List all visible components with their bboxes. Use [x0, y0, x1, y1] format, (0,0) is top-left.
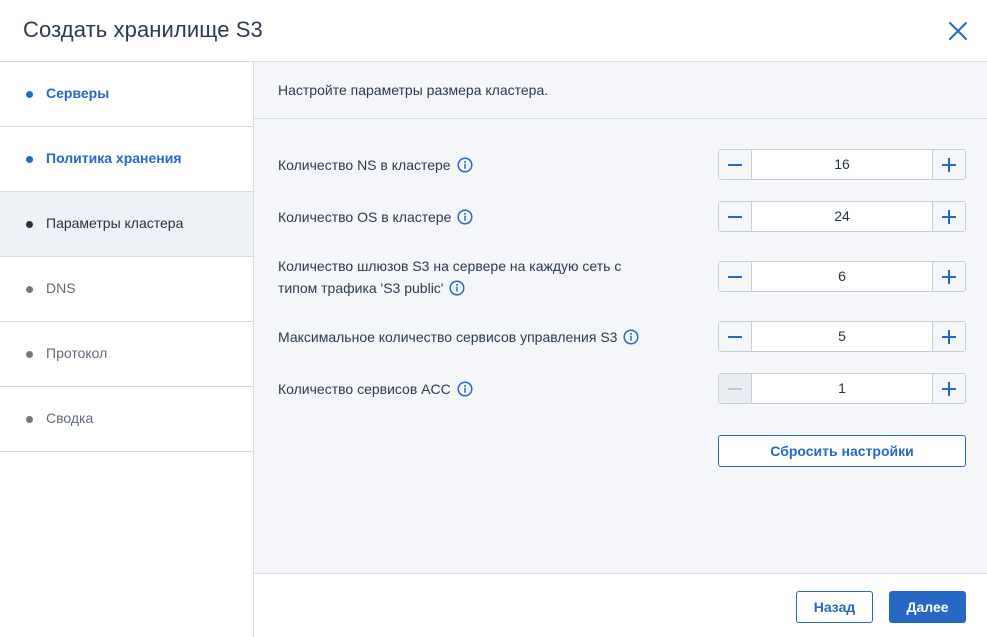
ns-count-stepper: 16	[718, 149, 966, 180]
step-label: Параметры кластера	[46, 215, 184, 231]
info-icon[interactable]	[457, 209, 473, 225]
increment-button[interactable]	[932, 150, 965, 179]
info-icon[interactable]	[457, 157, 473, 173]
decrement-button[interactable]	[719, 202, 752, 231]
dialog-title: Создать хранилище S3	[23, 17, 263, 42]
s3-management-services-stepper: 5	[718, 321, 966, 352]
wizard-steps-sidebar: Серверы Политика хранения Параметры клас…	[0, 62, 254, 637]
close-icon	[949, 22, 967, 40]
info-icon[interactable]	[449, 280, 466, 296]
minus-icon	[728, 387, 742, 390]
field-label-text: Количество NS в кластере	[278, 157, 451, 173]
reset-settings-button[interactable]: Сбросить настройки	[718, 435, 966, 467]
step-servers[interactable]: Серверы	[0, 62, 253, 127]
step-label: Сводка	[46, 410, 94, 426]
step-dns[interactable]: DNS	[0, 257, 253, 322]
s3-management-services-label: Максимальное количество сервисов управле…	[278, 326, 640, 348]
divider	[254, 118, 987, 119]
increment-button[interactable]	[932, 262, 965, 291]
minus-icon	[728, 163, 742, 166]
acc-services-stepper: 1	[718, 373, 966, 404]
plus-icon	[942, 381, 956, 396]
step-protocol[interactable]: Протокол	[0, 322, 253, 387]
field-label-text: Количество OS в кластере	[278, 209, 452, 225]
increment-button[interactable]	[932, 322, 965, 351]
decrement-button[interactable]	[719, 262, 752, 291]
close-button[interactable]	[944, 17, 972, 45]
s3-management-services-value[interactable]: 5	[752, 322, 932, 351]
minus-icon	[728, 215, 742, 218]
decrement-button-disabled	[719, 374, 752, 403]
increment-button[interactable]	[932, 202, 965, 231]
field-label-text: Количество сервисов ACC	[278, 381, 451, 397]
dialog-header: Создать хранилище S3	[0, 0, 987, 62]
os-count-value[interactable]: 24	[752, 202, 932, 231]
plus-icon	[942, 157, 956, 172]
step-label: DNS	[46, 280, 76, 296]
minus-icon	[728, 335, 742, 338]
os-count-label: Количество OS в кластере	[278, 206, 473, 228]
ns-count-value[interactable]: 16	[752, 150, 932, 179]
back-button[interactable]: Назад	[796, 591, 873, 623]
next-button[interactable]: Далее	[889, 591, 966, 623]
step-label: Политика хранения	[46, 150, 182, 166]
info-icon[interactable]	[457, 381, 473, 397]
step-dot	[26, 286, 33, 293]
decrement-button[interactable]	[719, 150, 752, 179]
step-dot	[26, 221, 33, 228]
s3-gateways-value[interactable]: 6	[752, 262, 932, 291]
ns-count-label: Количество NS в кластере	[278, 154, 473, 176]
step-dot	[26, 91, 33, 98]
increment-button[interactable]	[932, 374, 965, 403]
decrement-button[interactable]	[719, 322, 752, 351]
plus-icon	[942, 209, 956, 224]
step-dot	[26, 416, 33, 423]
field-label-text: Максимальное количество сервисов управле…	[278, 329, 618, 345]
os-count-stepper: 24	[718, 201, 966, 232]
step-summary[interactable]: Сводка	[0, 387, 253, 452]
field-label-text: типом трафика 'S3 public'	[278, 280, 444, 296]
step-dot	[26, 351, 33, 358]
acc-services-label: Количество сервисов ACC	[278, 378, 473, 400]
step-cluster-parameters[interactable]: Параметры кластера	[0, 192, 253, 257]
plus-icon	[942, 269, 956, 284]
acc-services-value[interactable]: 1	[752, 374, 932, 403]
step-dot	[26, 156, 33, 163]
info-icon[interactable]	[623, 329, 640, 345]
step-label: Протокол	[46, 345, 108, 361]
s3-gateways-label: Количество шлюзов S3 на сервере на кажду…	[278, 255, 621, 299]
cluster-parameters-panel: Настройте параметры размера кластера. Ко…	[254, 62, 987, 574]
minus-icon	[728, 275, 742, 278]
step-label: Серверы	[46, 85, 110, 101]
step-storage-policy[interactable]: Политика хранения	[0, 127, 253, 192]
plus-icon	[942, 329, 956, 344]
panel-description: Настройте параметры размера кластера.	[278, 82, 549, 98]
s3-gateways-stepper: 6	[718, 261, 966, 292]
field-label-text: Количество шлюзов S3 на сервере на кажду…	[278, 258, 622, 274]
